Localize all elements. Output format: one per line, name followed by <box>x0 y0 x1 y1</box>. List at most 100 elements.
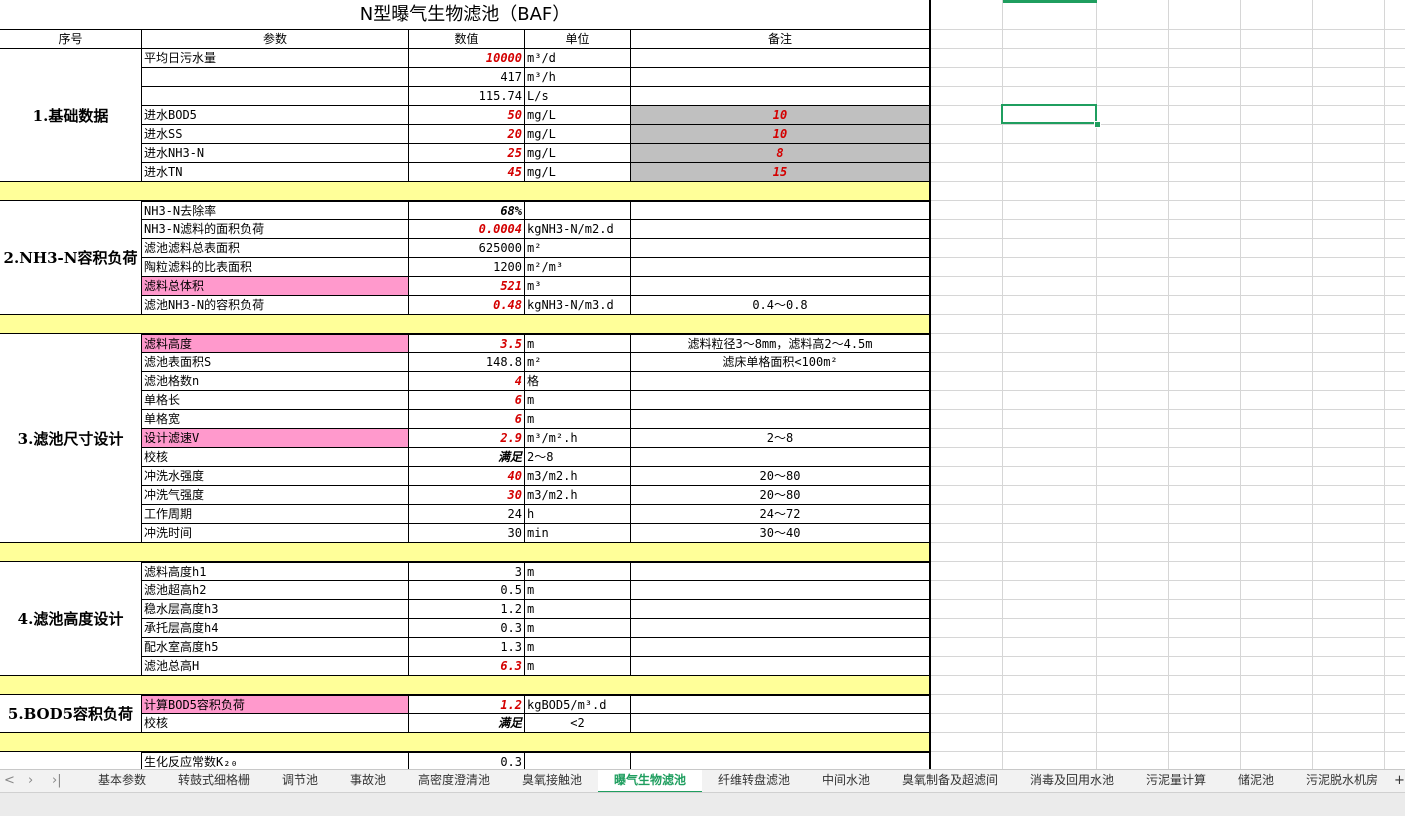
unit-cell[interactable]: m <box>525 410 631 429</box>
param-cell[interactable]: 校核 <box>142 714 409 733</box>
note-cell[interactable] <box>631 258 930 277</box>
unit-cell[interactable]: m³/h <box>525 68 631 87</box>
note-cell[interactable]: 0.4～0.8 <box>631 296 930 315</box>
sheet-tab[interactable]: 污泥脱水机房 <box>1306 770 1378 791</box>
note-cell[interactable]: 2～8 <box>631 429 930 448</box>
note-cell[interactable] <box>631 277 930 296</box>
note-cell[interactable] <box>631 448 930 467</box>
value-cell[interactable]: 30 <box>409 524 525 543</box>
param-cell[interactable]: 计算BOD5容积负荷 <box>142 695 409 714</box>
value-cell[interactable]: 68% <box>409 201 525 220</box>
note-cell[interactable] <box>631 239 930 258</box>
value-cell[interactable]: 24 <box>409 505 525 524</box>
param-cell[interactable]: 校核 <box>142 448 409 467</box>
param-cell[interactable]: 进水TN <box>142 163 409 182</box>
note-cell[interactable] <box>631 220 930 239</box>
unit-cell[interactable]: mg/L <box>525 144 631 163</box>
note-cell[interactable] <box>631 714 930 733</box>
value-cell[interactable]: 6 <box>409 391 525 410</box>
note-cell[interactable]: 24～72 <box>631 505 930 524</box>
sheet-tab[interactable]: 转鼓式细格栅 <box>178 770 250 791</box>
unit-cell[interactable]: m³/d <box>525 49 631 68</box>
param-cell[interactable]: 滤料高度h1 <box>142 562 409 581</box>
param-cell[interactable]: 冲洗时间 <box>142 524 409 543</box>
note-cell[interactable] <box>631 410 930 429</box>
value-cell[interactable]: 0.5 <box>409 581 525 600</box>
param-cell[interactable]: 进水SS <box>142 125 409 144</box>
value-cell[interactable]: 20 <box>409 125 525 144</box>
param-cell[interactable]: 滤料高度 <box>142 334 409 353</box>
unit-cell[interactable]: min <box>525 524 631 543</box>
note-cell[interactable]: 20～80 <box>631 467 930 486</box>
unit-cell[interactable]: m²/m³ <box>525 258 631 277</box>
spreadsheet-grid[interactable]: N型曝气生物滤池（BAF） 序号 参数 数值 单位 备注 1.基础数据 2.NH… <box>0 0 1405 769</box>
unit-cell[interactable]: mg/L <box>525 125 631 144</box>
note-cell[interactable] <box>631 87 930 106</box>
sheet-tab[interactable]: 高密度澄清池 <box>418 770 490 791</box>
value-cell[interactable]: 417 <box>409 68 525 87</box>
note-cell[interactable] <box>631 372 930 391</box>
value-cell[interactable]: 3.5 <box>409 334 525 353</box>
value-cell[interactable]: 满足 <box>409 714 525 733</box>
value-cell[interactable]: 4 <box>409 372 525 391</box>
value-cell[interactable]: 0.48 <box>409 296 525 315</box>
unit-cell[interactable]: mg/L <box>525 163 631 182</box>
param-cell[interactable]: 滤料总体积 <box>142 277 409 296</box>
note-cell[interactable]: 15 <box>631 163 930 182</box>
value-cell[interactable]: 1200 <box>409 258 525 277</box>
unit-cell[interactable]: m³/m².h <box>525 429 631 448</box>
last-sheet-nav-icon[interactable]: ›| <box>52 770 62 792</box>
param-cell[interactable]: 滤池滤料总表面积 <box>142 239 409 258</box>
param-cell[interactable]: NH3-N滤料的面积负荷 <box>142 220 409 239</box>
param-cell[interactable]: 承托层高度h4 <box>142 619 409 638</box>
param-cell[interactable]: 滤池格数n <box>142 372 409 391</box>
fill-handle[interactable] <box>1094 121 1101 128</box>
value-cell[interactable]: 2.9 <box>409 429 525 448</box>
sheet-tab[interactable]: 基本参数 <box>98 770 146 791</box>
sheet-tab[interactable]: 臭氧接触池 <box>522 770 582 791</box>
add-sheet-icon[interactable]: + <box>1394 770 1405 792</box>
param-cell[interactable]: 稳水层高度h3 <box>142 600 409 619</box>
param-cell[interactable] <box>142 87 409 106</box>
sheet-tab[interactable]: 纤维转盘滤池 <box>718 770 790 791</box>
note-cell[interactable]: 10 <box>631 125 930 144</box>
note-cell[interactable] <box>631 695 930 714</box>
note-cell[interactable]: 10 <box>631 106 930 125</box>
param-cell[interactable]: 进水BOD5 <box>142 106 409 125</box>
sheet-tab[interactable]: 调节池 <box>282 770 318 791</box>
unit-cell[interactable]: L/s <box>525 87 631 106</box>
note-cell[interactable]: 滤床单格面积<100m² <box>631 353 930 372</box>
param-cell[interactable] <box>142 68 409 87</box>
unit-cell[interactable]: m² <box>525 353 631 372</box>
value-cell[interactable]: 30 <box>409 486 525 505</box>
note-cell[interactable]: 滤料粒径3～8mm，滤料高2～4.5m <box>631 334 930 353</box>
value-cell[interactable]: 满足 <box>409 448 525 467</box>
unit-cell[interactable] <box>525 752 631 769</box>
param-cell[interactable]: 滤池超高h2 <box>142 581 409 600</box>
param-cell[interactable]: 滤池总高H <box>142 657 409 676</box>
note-cell[interactable]: 20～80 <box>631 486 930 505</box>
note-cell[interactable] <box>631 657 930 676</box>
sheet-tab[interactable]: 污泥量计算 <box>1146 770 1206 791</box>
unit-cell[interactable]: 2～8 <box>525 448 631 467</box>
param-cell[interactable]: 生化反应常数K₂₀ <box>142 752 409 769</box>
value-cell[interactable]: 0.3 <box>409 752 525 769</box>
note-cell[interactable] <box>631 562 930 581</box>
value-cell[interactable]: 40 <box>409 467 525 486</box>
unit-cell[interactable]: m3/m2.h <box>525 467 631 486</box>
value-cell[interactable]: 625000 <box>409 239 525 258</box>
unit-cell[interactable]: kgNH3-N/m2.d <box>525 220 631 239</box>
unit-cell[interactable] <box>525 201 631 220</box>
param-cell[interactable]: 单格宽 <box>142 410 409 429</box>
value-cell[interactable]: 3 <box>409 562 525 581</box>
unit-cell[interactable]: h <box>525 505 631 524</box>
unit-cell[interactable]: 格 <box>525 372 631 391</box>
value-cell[interactable]: 148.8 <box>409 353 525 372</box>
param-cell[interactable]: 冲洗气强度 <box>142 486 409 505</box>
value-cell[interactable]: 50 <box>409 106 525 125</box>
unit-cell[interactable]: m <box>525 600 631 619</box>
unit-cell[interactable]: m <box>525 562 631 581</box>
param-cell[interactable]: 进水NH3-N <box>142 144 409 163</box>
note-cell[interactable] <box>631 638 930 657</box>
note-cell[interactable] <box>631 68 930 87</box>
